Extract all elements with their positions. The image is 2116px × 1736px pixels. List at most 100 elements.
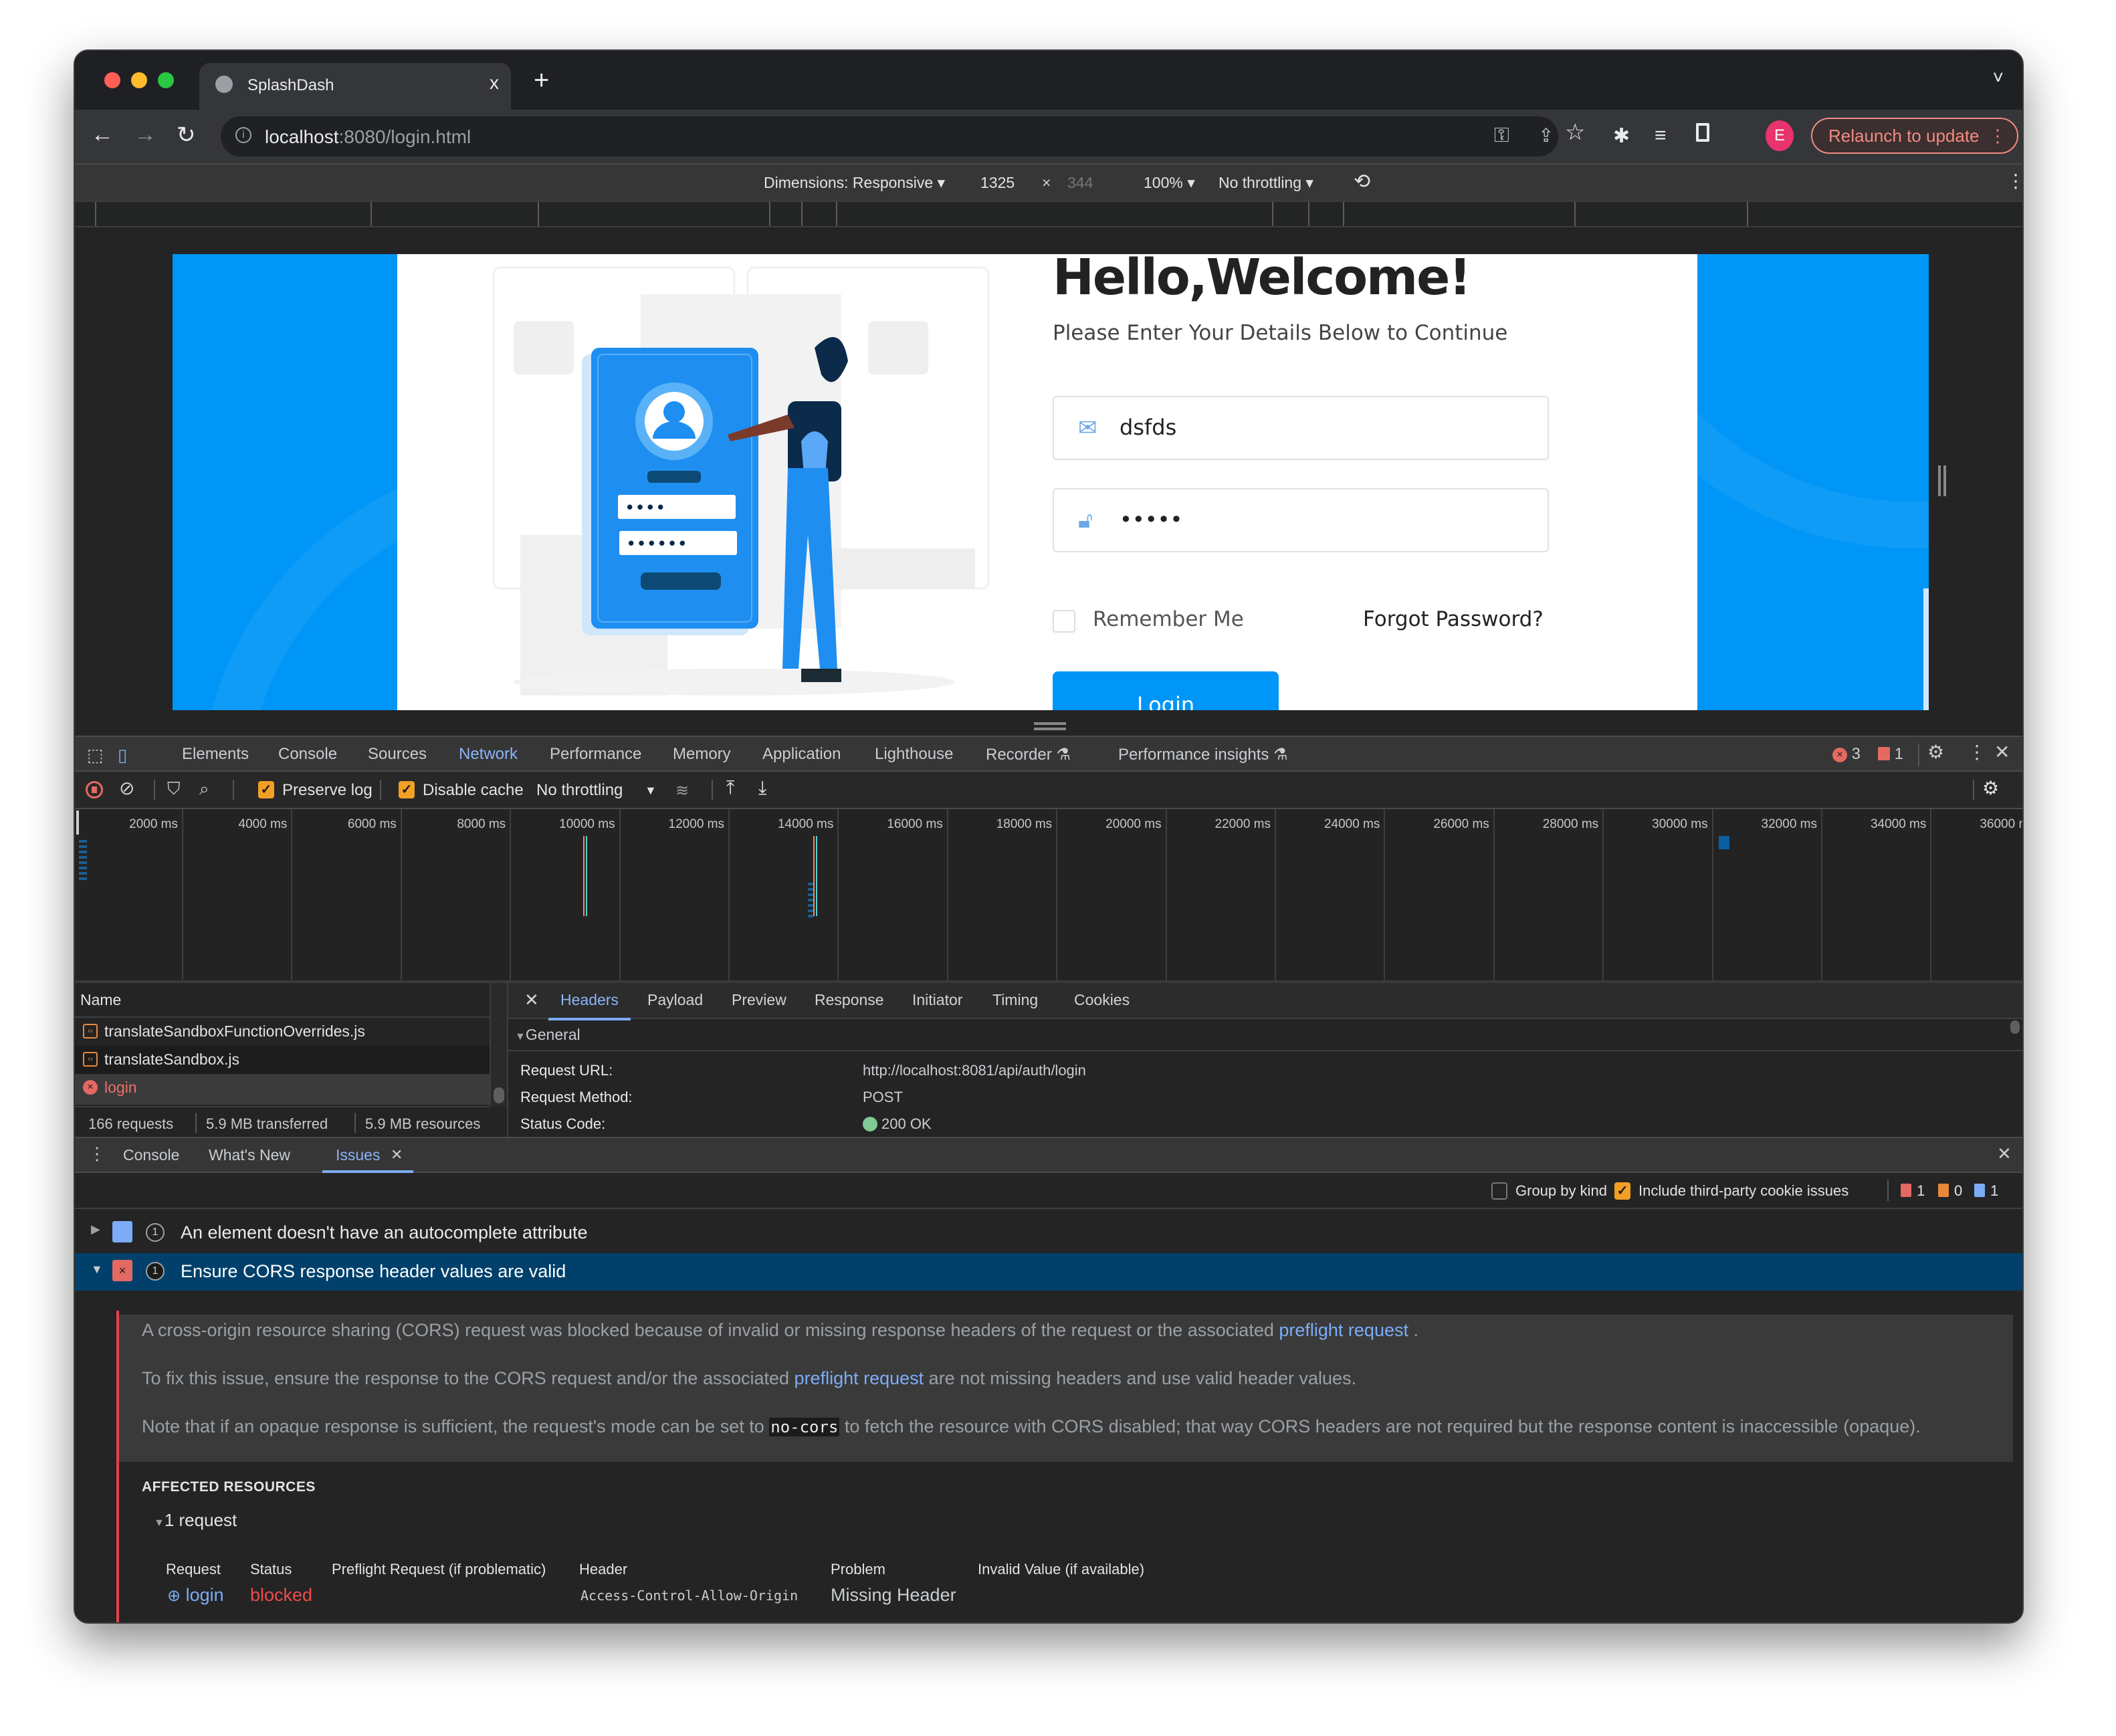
- tab-performance[interactable]: Performance: [550, 745, 641, 764]
- extensions-puzzle-icon[interactable]: ✱: [1613, 124, 1630, 148]
- close-detail-icon[interactable]: ✕: [524, 990, 539, 1010]
- address-bar[interactable]: i localhost:8080/login.html ⚿ ⇪: [221, 116, 1558, 156]
- forward-arrow-icon[interactable]: →: [134, 122, 156, 148]
- affected-request-link[interactable]: ⊕ login: [167, 1585, 224, 1606]
- tab-cookies[interactable]: Cookies: [1074, 991, 1130, 1009]
- network-conditions-icon[interactable]: ≋: [675, 781, 689, 800]
- error-counter[interactable]: × 3: [1832, 745, 1861, 764]
- request-row-selected[interactable]: × login: [75, 1074, 490, 1105]
- network-throttling-dropdown[interactable]: No throttling: [536, 781, 623, 800]
- tab-memory[interactable]: Memory: [673, 745, 731, 764]
- tab-sources[interactable]: Sources: [368, 745, 427, 764]
- tab-payload[interactable]: Payload: [647, 991, 703, 1009]
- export-har-icon[interactable]: ⤓: [758, 777, 766, 799]
- rotate-icon[interactable]: ⟲: [1354, 170, 1370, 193]
- issue-counter[interactable]: 1: [1878, 745, 1903, 764]
- key-icon[interactable]: ⚿: [1494, 124, 1509, 147]
- drawer-tab-whats-new[interactable]: What's New: [209, 1146, 290, 1164]
- email-field[interactable]: ✉ dsfds: [1053, 396, 1549, 460]
- back-arrow-icon[interactable]: ←: [91, 122, 114, 148]
- disable-cache-checkbox[interactable]: ✓: [399, 781, 415, 798]
- preflight-request-link[interactable]: preflight request: [795, 1368, 924, 1388]
- preserve-log-checkbox[interactable]: ✓: [258, 781, 274, 798]
- request-row[interactable]: ‹› translateSandboxFunctionOverrides.js: [75, 1018, 490, 1046]
- inspect-element-icon[interactable]: ⬚: [87, 745, 104, 766]
- close-issues-tab-icon[interactable]: ✕: [391, 1146, 403, 1164]
- share-icon[interactable]: ⇪: [1538, 124, 1554, 146]
- request-row[interactable]: ‹› translateSandbox.js: [75, 1046, 490, 1074]
- device-throttling-dropdown[interactable]: No throttling ▾: [1219, 174, 1313, 192]
- login-button[interactable]: Login: [1053, 671, 1279, 710]
- close-drawer-icon[interactable]: ✕: [1997, 1144, 2012, 1164]
- dropdown-arrow-icon[interactable]: ▼: [645, 784, 657, 798]
- zoom-window-button[interactable]: [158, 72, 174, 88]
- network-settings-gear-icon[interactable]: ⚙: [1982, 777, 1999, 799]
- detail-scrollbar[interactable]: [2010, 1020, 2020, 1034]
- tab-application[interactable]: Application: [762, 745, 841, 764]
- disable-cache-label[interactable]: Disable cache: [423, 781, 524, 800]
- bookmark-star-icon[interactable]: ☆: [1565, 119, 1585, 146]
- network-overview-timeline[interactable]: 2000 ms 4000 ms 6000 ms 8000 ms 10000 ms 1200…: [75, 809, 2022, 983]
- browser-tab[interactable]: SplashDash x: [199, 63, 511, 110]
- remember-me-checkbox[interactable]: [1053, 610, 1075, 633]
- devtools-more-icon[interactable]: ⋮: [1968, 741, 1986, 763]
- tab-close-icon[interactable]: x: [490, 72, 499, 94]
- general-section-header[interactable]: ▼General: [508, 1019, 2022, 1051]
- import-har-icon[interactable]: ⤒: [726, 777, 734, 799]
- tab-recorder[interactable]: Recorder ⚗: [986, 745, 1071, 764]
- media-query-ruler[interactable]: [75, 201, 2022, 227]
- issue-row-autocomplete[interactable]: ▶ 1 An element doesn't have an autocompl…: [75, 1214, 2022, 1252]
- dimensions-dropdown[interactable]: Dimensions: Responsive ▾: [764, 174, 945, 192]
- reload-icon[interactable]: ↻: [177, 122, 196, 148]
- close-devtools-icon[interactable]: ✕: [1994, 741, 2010, 763]
- tab-preview[interactable]: Preview: [732, 991, 786, 1009]
- side-panel-icon[interactable]: [1696, 123, 1709, 142]
- tab-network[interactable]: Network: [450, 745, 526, 774]
- preserve-log-label[interactable]: Preserve log: [282, 781, 373, 800]
- tab-timing[interactable]: Timing: [992, 991, 1038, 1009]
- minimize-window-button[interactable]: [131, 72, 147, 88]
- drawer-tab-console[interactable]: Console: [123, 1146, 179, 1164]
- relaunch-to-update-button[interactable]: Relaunch to update ⋮: [1811, 118, 2018, 154]
- close-window-button[interactable]: [104, 72, 120, 88]
- filter-icon[interactable]: ⛉: [167, 778, 181, 800]
- issue-row-cors[interactable]: ▼ × 1 Ensure CORS response header values…: [75, 1253, 2022, 1291]
- page-scrollbar[interactable]: [1923, 588, 1929, 710]
- tab-initiator[interactable]: Initiator: [912, 991, 962, 1009]
- media-queue-icon[interactable]: ≡: [1655, 124, 1667, 147]
- viewport-resize-handle-right[interactable]: [1938, 465, 1941, 496]
- drawer-tab-issues[interactable]: Issues: [336, 1146, 380, 1164]
- device-toggle-icon[interactable]: ▯: [118, 745, 127, 766]
- tab-headers[interactable]: Headers: [548, 991, 631, 1020]
- site-info-icon[interactable]: i: [235, 127, 251, 143]
- tab-console[interactable]: Console: [278, 745, 337, 764]
- profile-avatar[interactable]: E: [1766, 120, 1794, 151]
- settings-gear-icon[interactable]: ⚙: [1927, 741, 1944, 763]
- password-field[interactable]: 🔓︎ •••••: [1053, 488, 1549, 552]
- new-tab-button[interactable]: +: [534, 66, 549, 96]
- group-by-kind-label[interactable]: Group by kind: [1515, 1182, 1607, 1200]
- tab-response[interactable]: Response: [815, 991, 884, 1009]
- request-list-scrollbar[interactable]: [490, 983, 507, 1106]
- group-by-kind-checkbox[interactable]: [1491, 1182, 1507, 1200]
- record-stop-icon[interactable]: [86, 781, 103, 798]
- remember-me-label[interactable]: Remember Me: [1093, 607, 1244, 631]
- include-third-party-checkbox[interactable]: ✓: [1614, 1182, 1630, 1200]
- device-more-icon[interactable]: ⋮: [2006, 170, 2022, 192]
- name-column-header[interactable]: Name: [75, 983, 503, 1018]
- zoom-dropdown[interactable]: 100% ▾: [1144, 174, 1195, 192]
- tab-elements[interactable]: Elements: [182, 745, 249, 764]
- drawer-more-icon[interactable]: ⋮: [88, 1144, 106, 1164]
- tab-search-chevron-icon[interactable]: ˅: [1993, 67, 2004, 88]
- tab-lighthouse[interactable]: Lighthouse: [875, 745, 953, 764]
- preflight-request-link[interactable]: preflight request: [1279, 1320, 1408, 1340]
- include-third-party-label[interactable]: Include third-party cookie issues: [1638, 1182, 1848, 1200]
- viewport-resize-handle-bottom[interactable]: [1034, 722, 1066, 725]
- clear-icon[interactable]: ⊘: [119, 777, 134, 799]
- viewport-height-input[interactable]: 344: [1067, 174, 1093, 192]
- search-icon[interactable]: ⌕: [199, 778, 209, 800]
- request-count-toggle[interactable]: ▼1 request: [154, 1510, 237, 1531]
- viewport-width-input[interactable]: 1325: [980, 174, 1015, 192]
- forgot-password-link[interactable]: Forgot Password?: [1363, 607, 1544, 631]
- tab-performance-insights[interactable]: Performance insights ⚗: [1118, 745, 1288, 764]
